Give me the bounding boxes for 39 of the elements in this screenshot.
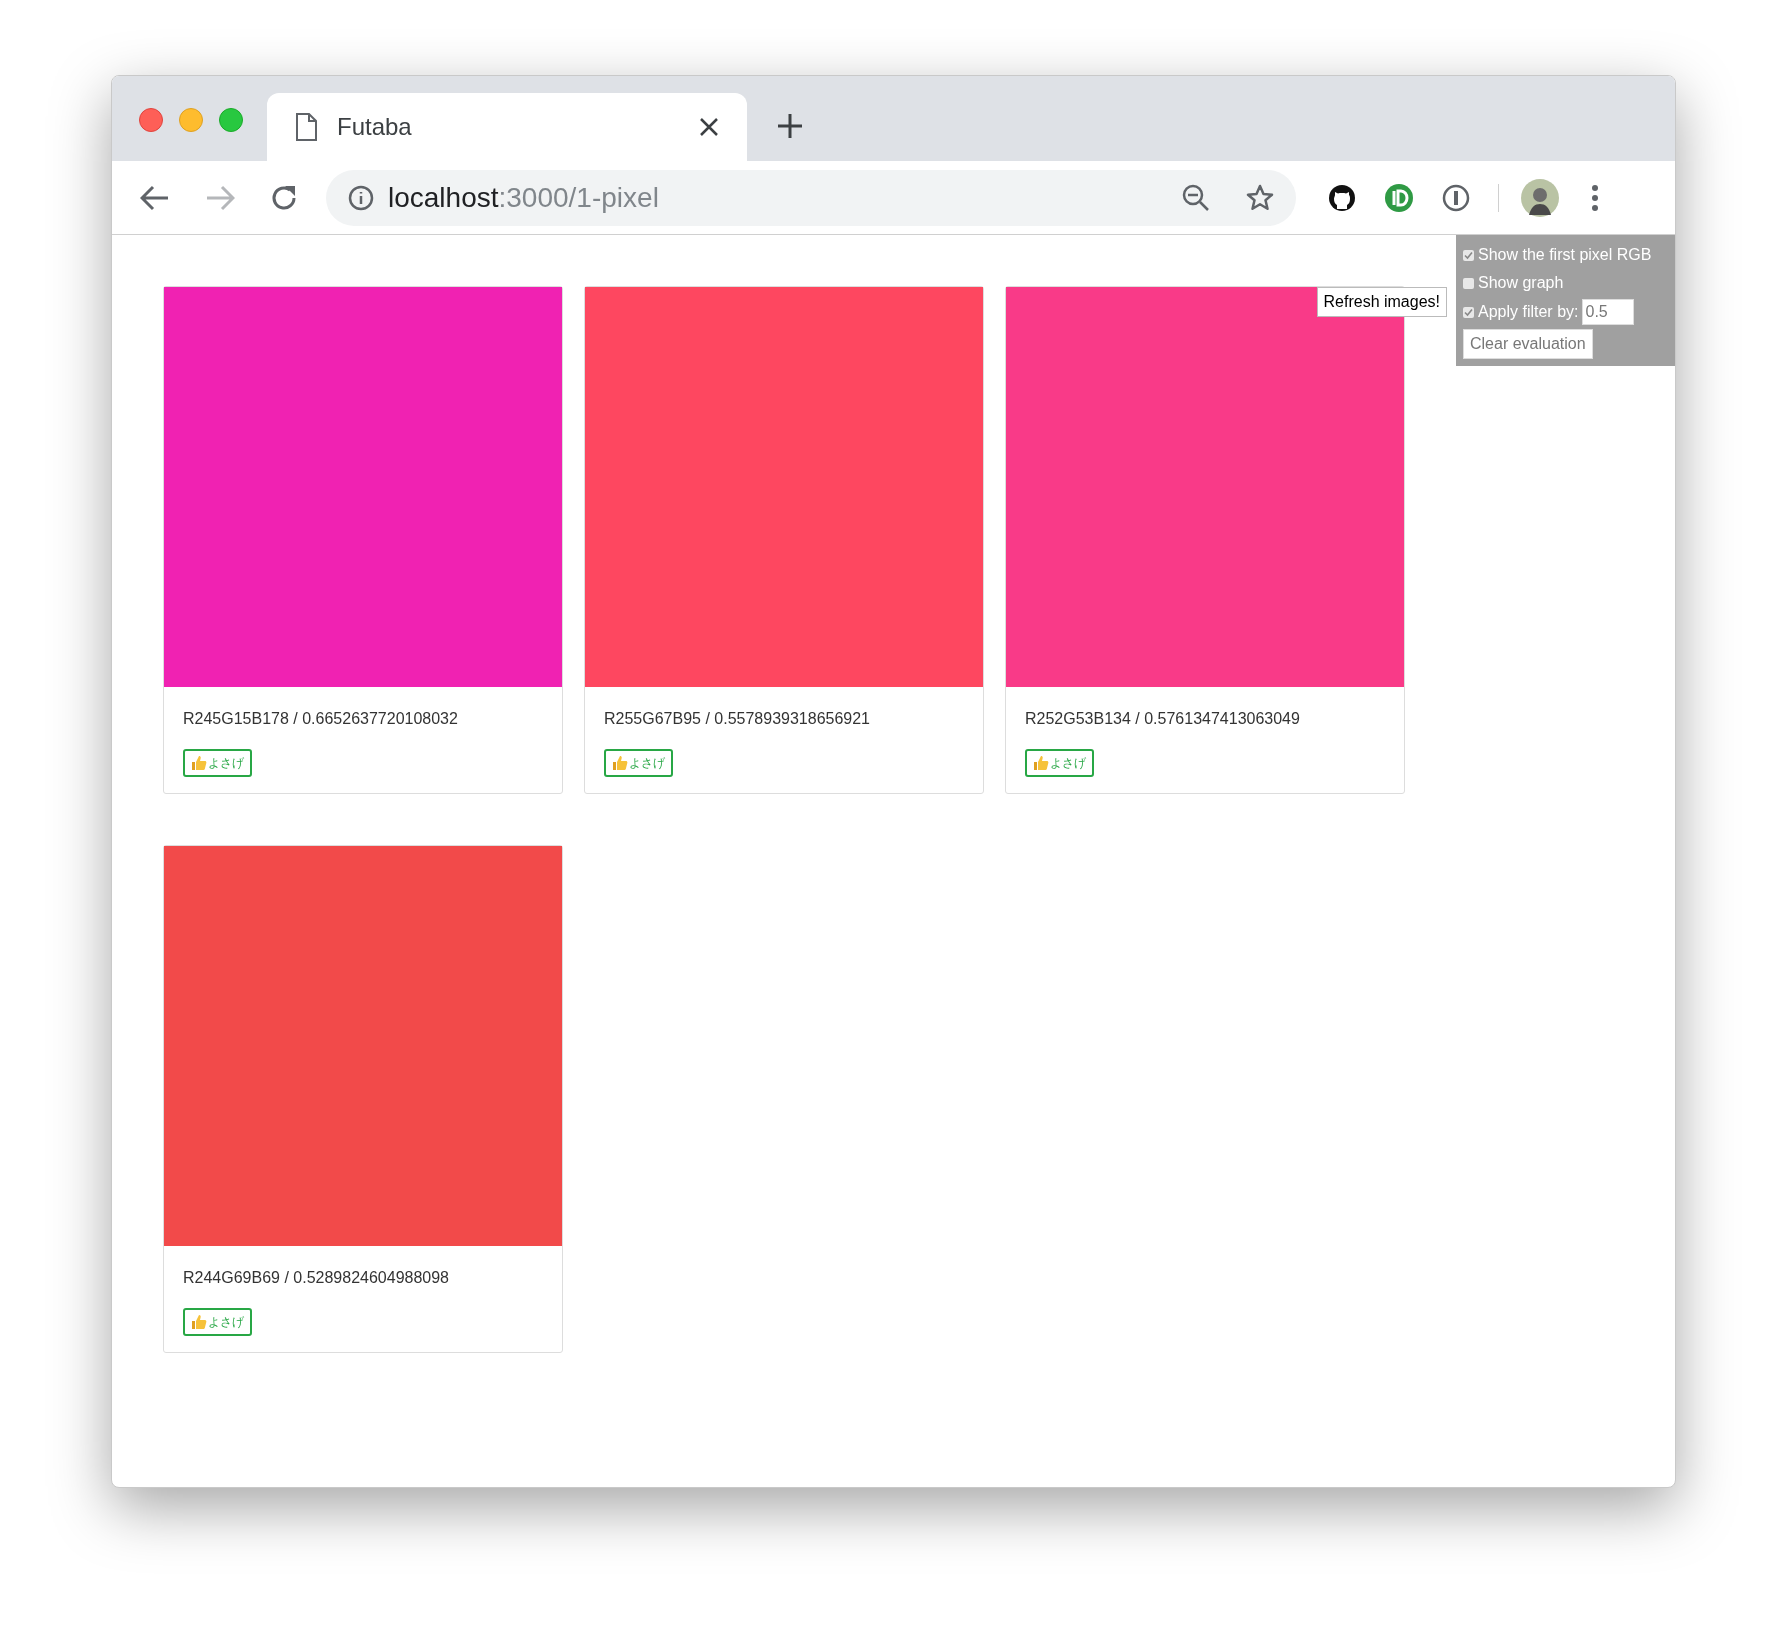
image-caption: R255G67B95 / 0.5578939318656921 [604,709,870,729]
like-button[interactable]: よさげ [604,749,673,777]
option-label: Apply filter by: [1478,302,1579,322]
document-icon [295,113,317,141]
menu-icon[interactable] [1591,183,1599,212]
new-tab-icon[interactable] [777,113,803,139]
github-icon[interactable] [1328,183,1356,212]
thumbs-up-icon [1033,755,1049,771]
password-manager-icon[interactable] [1442,183,1470,212]
thumbs-up-icon [191,755,207,771]
zoom-out-icon[interactable] [1182,183,1210,212]
reload-icon[interactable] [270,183,298,212]
refresh-images-button[interactable]: Refresh images! [1316,287,1447,317]
star-icon[interactable] [1246,183,1274,212]
extension-icon[interactable] [1384,182,1414,213]
clear-evaluation-button[interactable]: Clear evaluation [1463,329,1593,359]
thumbs-up-icon [612,755,628,771]
back-icon[interactable] [140,184,170,211]
avatar-icon[interactable] [1521,178,1559,217]
like-button[interactable]: よさげ [183,749,252,777]
like-button[interactable]: よさげ [183,1308,252,1336]
browser-tab[interactable]: Futaba [267,93,747,161]
image-caption: R244G69B69 / 0.5289824604988098 [183,1268,449,1288]
like-button[interactable]: よさげ [1025,749,1094,777]
checkbox[interactable] [1463,249,1474,261]
url-text: localhost:3000/1-pixel [388,180,660,215]
option-label: Show the first pixel RGB [1478,245,1652,265]
info-icon[interactable] [348,184,374,211]
close-window-button[interactable] [139,108,163,132]
thumbs-up-icon [191,1314,207,1330]
close-icon[interactable] [699,117,719,137]
address-bar[interactable]: localhost:3000/1-pixel [326,169,1296,226]
tab-title: Futaba [337,112,413,142]
option-label: Show graph [1478,273,1564,293]
checkbox[interactable] [1463,277,1474,289]
image-caption: R245G15B178 / 0.6652637720108032 [183,709,458,729]
image-caption: R252G53B134 / 0.5761347413063049 [1025,709,1300,729]
checkbox[interactable] [1463,306,1474,318]
filter-input[interactable]: 0.5 [1582,299,1635,325]
